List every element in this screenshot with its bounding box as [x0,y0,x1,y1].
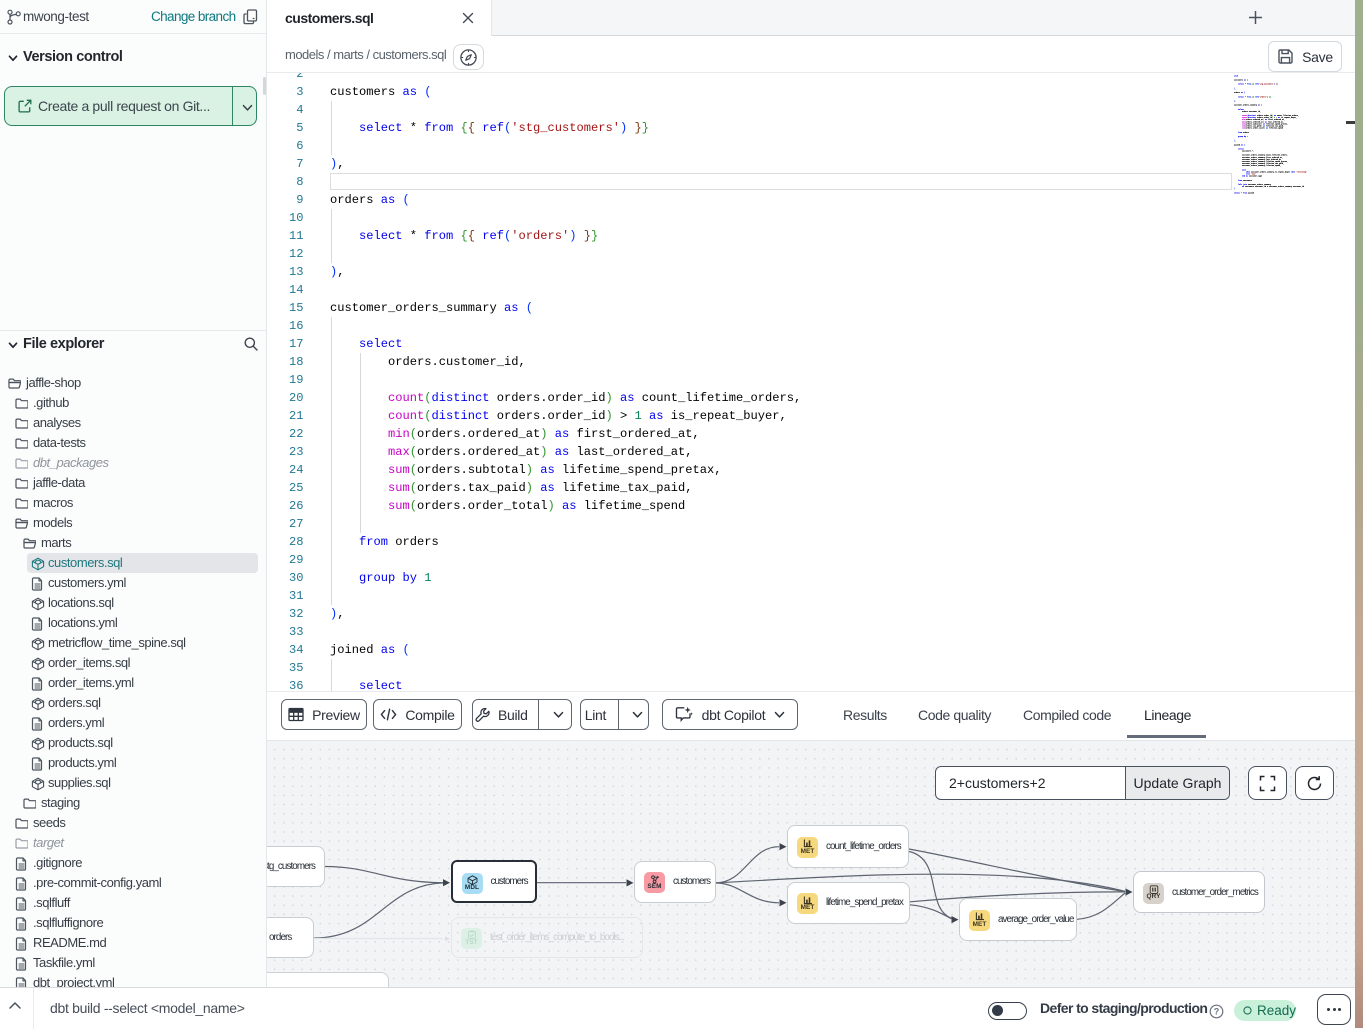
svg-text:?: ? [1214,1007,1220,1017]
